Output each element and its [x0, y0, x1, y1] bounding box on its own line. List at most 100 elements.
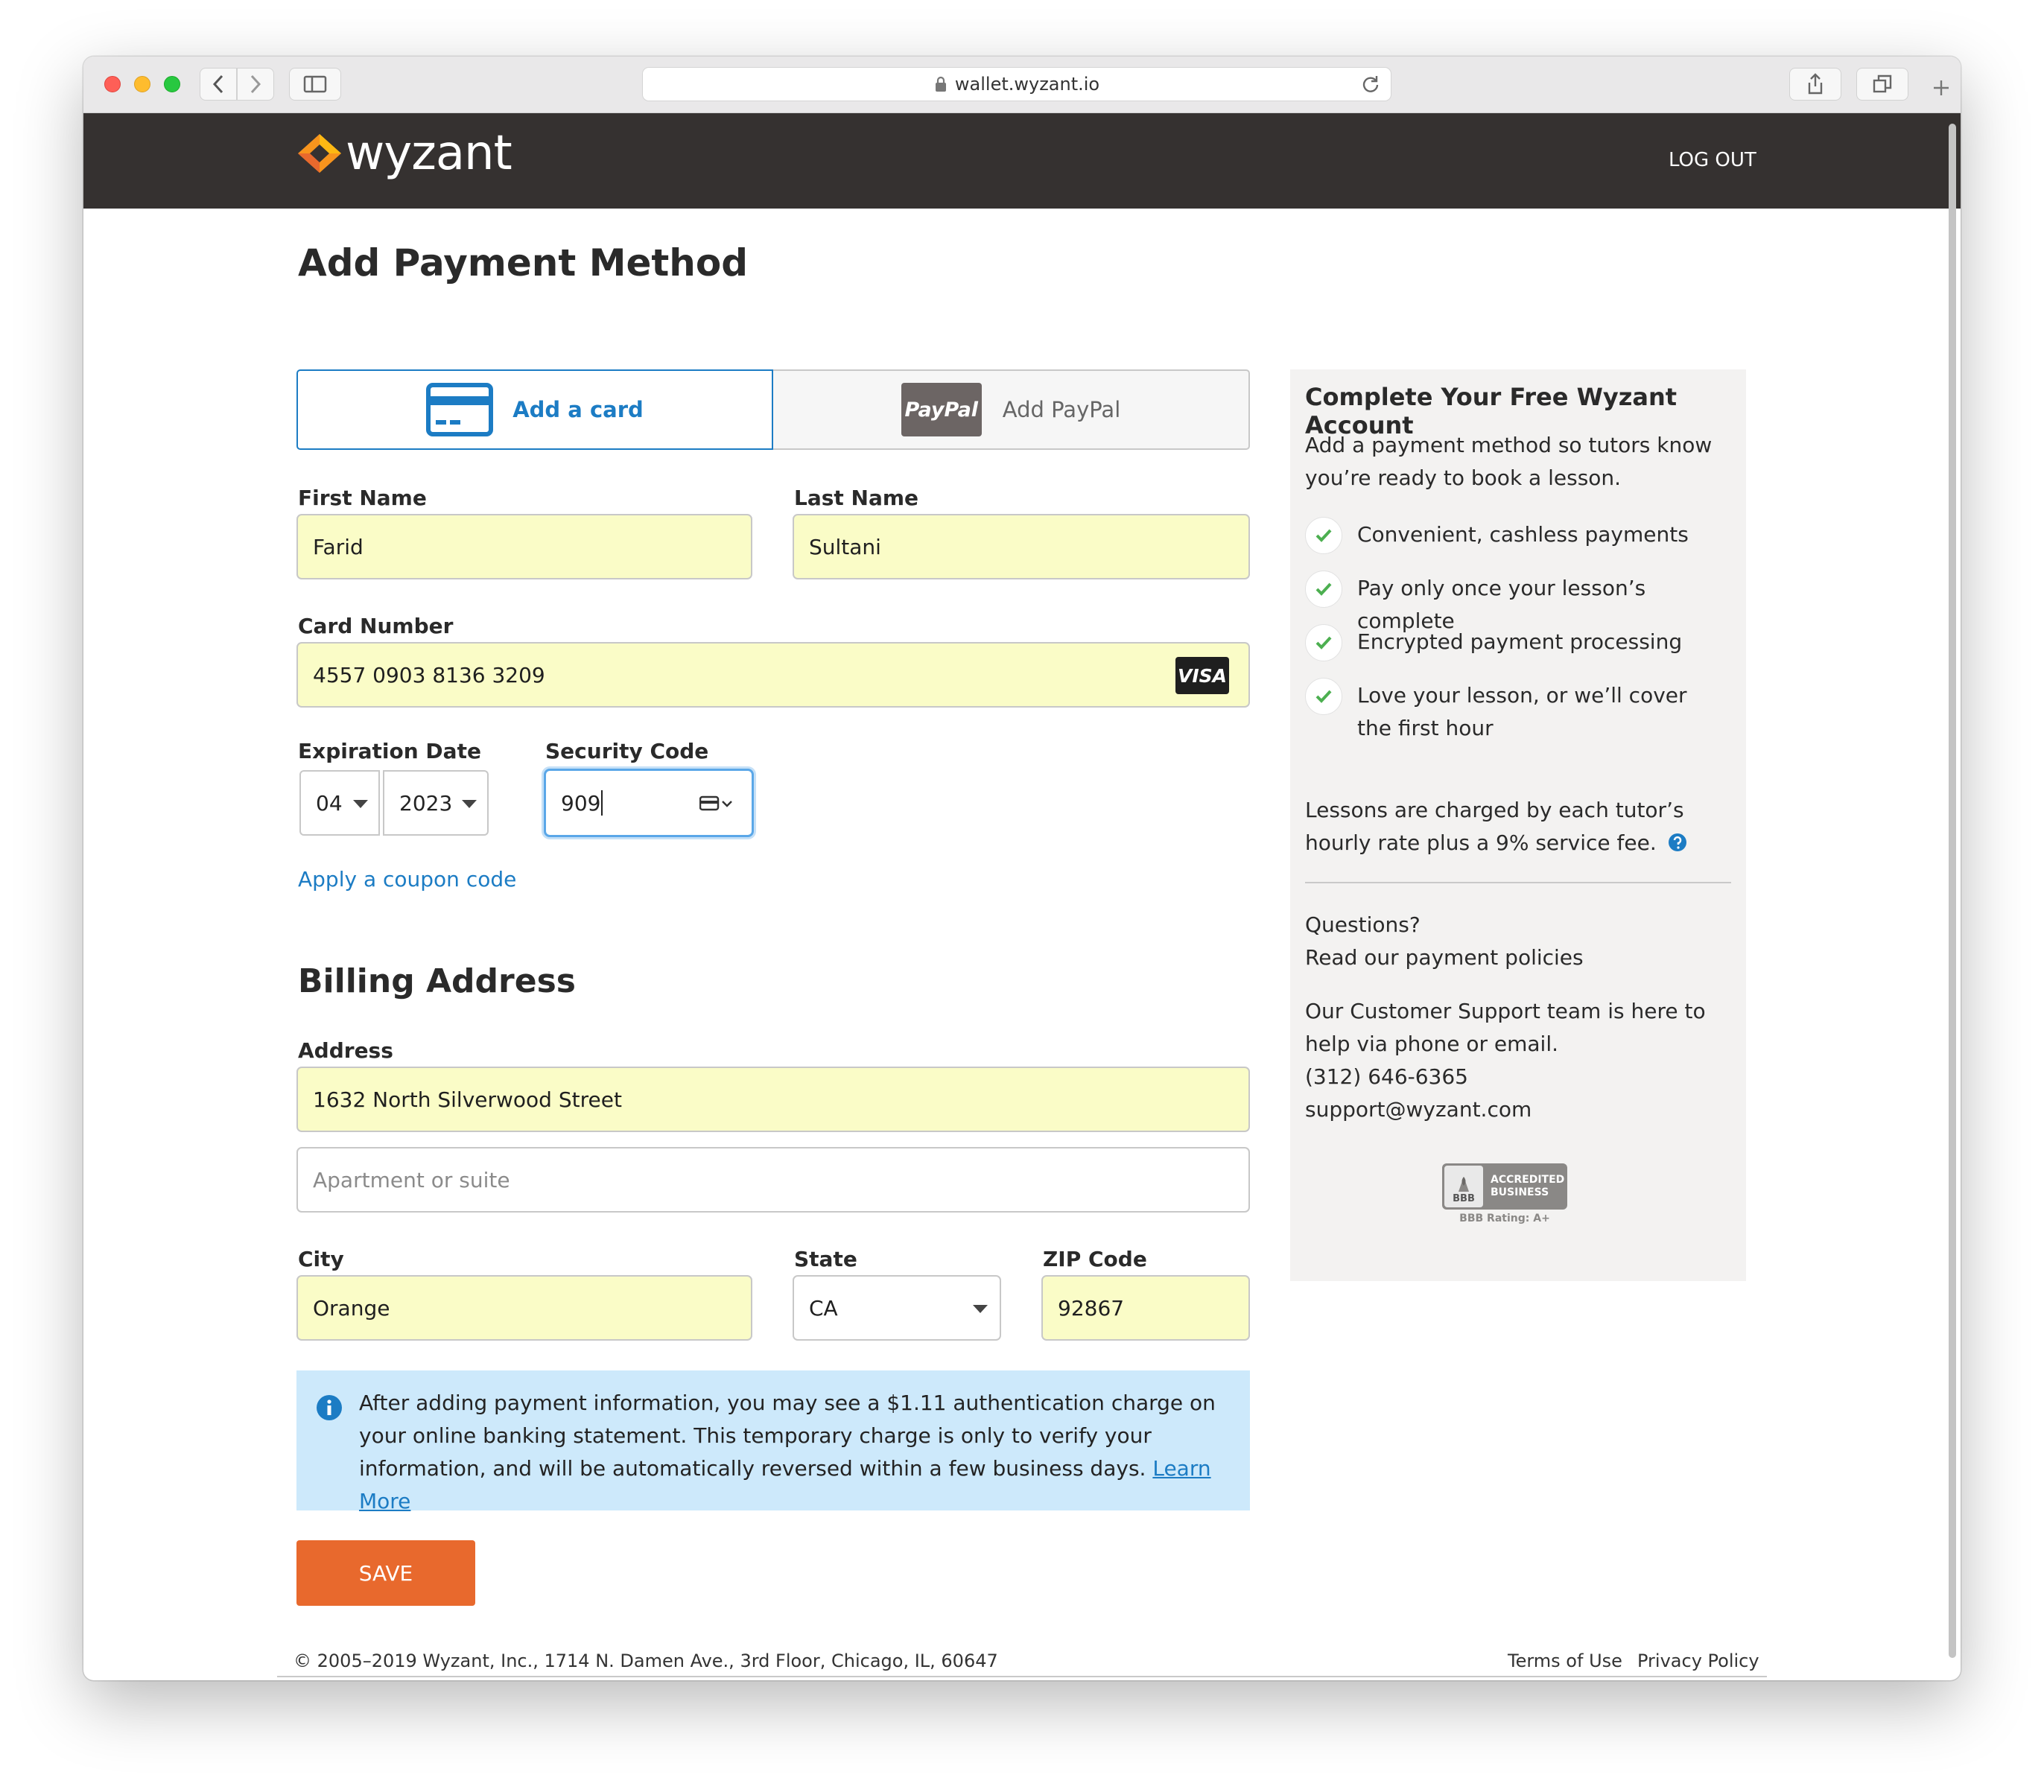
page-scrollbar[interactable]	[1949, 124, 1956, 1658]
support-email-link[interactable]: support@wyzant.com	[1305, 1093, 1532, 1126]
exp-month-value: 04	[316, 790, 343, 816]
close-window-button[interactable]	[104, 76, 121, 92]
bbb-line-1: ACCREDITED	[1491, 1174, 1565, 1186]
card-number-field[interactable]: 4557 0903 8136 3209 VISA	[296, 642, 1250, 708]
tabs-overview-button[interactable]	[1856, 68, 1908, 101]
forward-button[interactable]	[237, 68, 274, 101]
share-button[interactable]	[1789, 68, 1841, 101]
last-name-label: Last Name	[794, 486, 919, 510]
authentication-charge-notice: After adding payment information, you ma…	[296, 1370, 1250, 1513]
apartment-field[interactable]: Apartment or suite	[296, 1147, 1250, 1213]
card-number-label: Card Number	[298, 614, 454, 638]
caret-down-icon	[973, 1305, 988, 1313]
apply-coupon-link[interactable]: Apply a coupon code	[298, 867, 516, 892]
account-sidebar: Complete Your Free Wyzant Account Add a …	[1290, 369, 1746, 1281]
card-number-value: 4557 0903 8136 3209	[313, 662, 545, 687]
chevron-right-icon	[250, 74, 261, 94]
benefit-item: Encrypted payment processing	[1357, 629, 1683, 654]
privacy-policy-link[interactable]: Privacy Policy	[1637, 1650, 1759, 1671]
sidebar-divider	[1305, 882, 1731, 883]
city-field[interactable]: Orange	[296, 1275, 752, 1341]
chevron-left-icon	[212, 74, 223, 94]
visa-icon: VISA	[1175, 657, 1229, 694]
wyzant-logo[interactable]: wyzant	[296, 130, 512, 177]
zoom-window-button[interactable]	[164, 76, 180, 92]
security-code-value: 909	[561, 790, 601, 816]
exp-month-select[interactable]: 04	[299, 770, 380, 836]
benefit-check-icon	[1305, 624, 1342, 661]
share-icon	[1808, 73, 1823, 95]
url-text: wallet.wyzant.io	[954, 74, 1100, 95]
state-value: CA	[809, 1295, 838, 1321]
wyzant-diamond-icon	[298, 134, 341, 173]
plus-icon	[1934, 80, 1949, 95]
logout-link[interactable]: LOG OUT	[1669, 149, 1756, 171]
exp-year-value: 2023	[399, 790, 453, 816]
paypal-logo-icon: PayPal	[901, 383, 982, 436]
benefit-item: Love your lesson, or we’ll cover the fir…	[1357, 683, 1687, 740]
expiration-date-label: Expiration Date	[298, 739, 481, 763]
bbb-line-2: BUSINESS	[1491, 1186, 1549, 1198]
address-label: Address	[298, 1038, 393, 1063]
first-name-label: First Name	[298, 486, 427, 510]
caret-down-icon	[353, 800, 368, 808]
first-name-field[interactable]: Farid	[296, 514, 752, 579]
back-button[interactable]	[200, 68, 237, 101]
benefit-check-icon	[1305, 517, 1342, 554]
notice-text: After adding payment information, you ma…	[359, 1391, 1216, 1481]
caret-down-icon	[462, 800, 477, 808]
help-icon[interactable]	[1668, 833, 1687, 852]
support-text: Our Customer Support team is here to hel…	[1305, 999, 1706, 1056]
main-content: Add Payment Method Add a card PayPal Add…	[83, 209, 1961, 1680]
billing-address-heading: Billing Address	[298, 962, 576, 1000]
zip-code-label: ZIP Code	[1043, 1247, 1147, 1271]
info-icon	[317, 1395, 342, 1420]
bbb-torch-icon: BBB	[1444, 1166, 1483, 1207]
footer-copyright: © 2005–2019 Wyzant, Inc., 1714 N. Damen …	[293, 1650, 998, 1671]
sidebar-intro: Add a payment method so tutors know you’…	[1305, 433, 1713, 490]
exp-year-select[interactable]: 2023	[383, 770, 489, 836]
sidebar-toggle-button[interactable]	[289, 68, 341, 101]
tab-add-card-label: Add a card	[512, 397, 644, 422]
minimize-window-button[interactable]	[134, 76, 150, 92]
state-label: State	[794, 1247, 857, 1271]
service-fee-text: Lessons are charged by each tutor’s hour…	[1305, 794, 1730, 860]
text-cursor	[601, 790, 603, 816]
address-bar[interactable]: wallet.wyzant.io	[642, 67, 1391, 101]
footer-divider	[277, 1676, 1767, 1677]
city-label: City	[298, 1247, 344, 1271]
service-fee-text-content: Lessons are charged by each tutor’s hour…	[1305, 798, 1684, 855]
tabs-icon	[1873, 74, 1892, 93]
logo-text: wyzant	[346, 126, 512, 181]
tab-add-paypal-label: Add PayPal	[1002, 397, 1121, 422]
lock-icon	[935, 76, 946, 92]
sidebar-icon	[303, 75, 327, 93]
payment-policies-link[interactable]: Read our payment policies	[1305, 941, 1584, 974]
bbb-rating: BBB Rating: A+	[1459, 1213, 1550, 1224]
benefit-check-icon	[1305, 571, 1342, 608]
bbb-badge-text: ACCREDITED BUSINESS	[1491, 1174, 1564, 1199]
tab-add-card[interactable]: Add a card	[296, 369, 773, 450]
card-autofill-icon[interactable]	[699, 795, 734, 813]
save-button[interactable]: SAVE	[296, 1540, 475, 1606]
address-field[interactable]: 1632 North Silverwood Street	[296, 1067, 1250, 1132]
state-select[interactable]: CA	[793, 1275, 1001, 1341]
terms-of-use-link[interactable]: Terms of Use	[1508, 1650, 1622, 1671]
tab-add-paypal[interactable]: PayPal Add PayPal	[773, 369, 1250, 450]
zip-code-field[interactable]: 92867	[1041, 1275, 1250, 1341]
site-header: wyzant LOG OUT	[83, 113, 1961, 209]
benefit-check-icon	[1305, 678, 1342, 715]
browser-toolbar: wallet.wyzant.io	[83, 57, 1961, 113]
credit-card-icon	[426, 383, 494, 436]
bbb-accredited-badge[interactable]: BBB ACCREDITED BUSINESS	[1442, 1163, 1567, 1210]
bbb-mark: BBB	[1453, 1193, 1475, 1204]
new-tab-button[interactable]	[1926, 73, 1956, 103]
security-code-label: Security Code	[545, 739, 709, 763]
last-name-field[interactable]: Sultani	[793, 514, 1250, 579]
reload-icon[interactable]	[1361, 74, 1380, 94]
questions-label: Questions?	[1305, 912, 1421, 937]
security-code-field[interactable]: 909	[544, 769, 754, 837]
browser-window: wallet.wyzant.io wyzant LOG OUT Add Paym…	[83, 57, 1961, 1680]
page-title: Add Payment Method	[298, 241, 749, 285]
support-phone-link[interactable]: (312) 646-6365	[1305, 1061, 1468, 1093]
